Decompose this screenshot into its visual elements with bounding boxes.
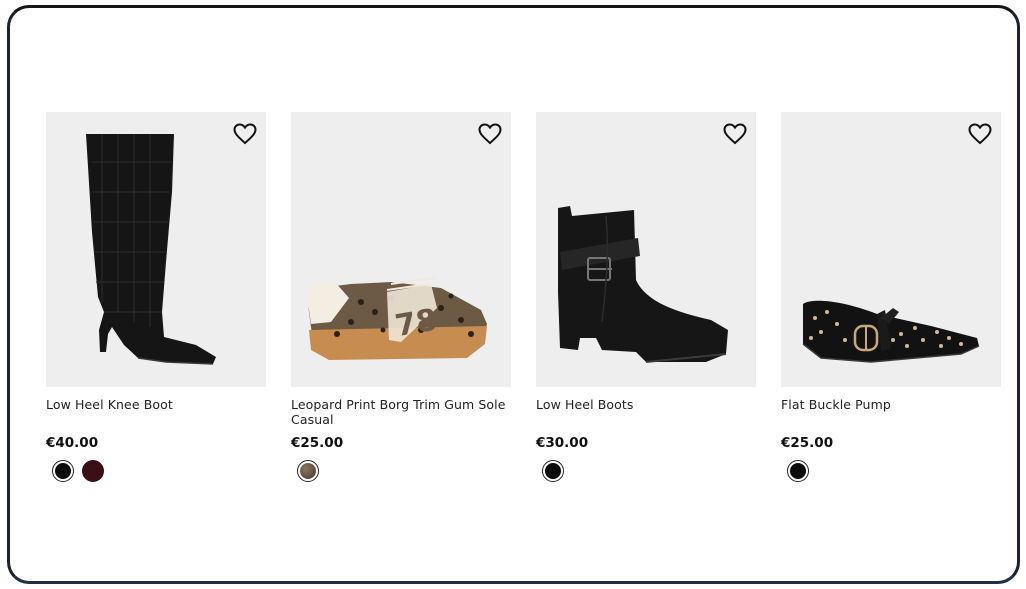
leopard-trainer-image: 78	[307, 277, 487, 360]
product-image[interactable]	[46, 112, 266, 387]
product-name[interactable]: Low Heel Boots	[536, 397, 756, 427]
heart-icon[interactable]	[968, 123, 992, 145]
product-name[interactable]: Flat Buckle Pump	[781, 397, 1001, 427]
heart-icon[interactable]	[233, 123, 257, 145]
heart-icon[interactable]	[723, 123, 747, 145]
product-price: €40.00	[46, 435, 99, 451]
product-grid: Low Heel Knee Boot €40.00 78 Leopard Pri…	[46, 112, 1001, 492]
color-swatches	[781, 460, 1001, 482]
product-image[interactable]: 78	[291, 112, 511, 387]
swatch-black[interactable]	[52, 460, 74, 482]
product-card[interactable]: 78 Leopard Print Borg Trim Gum Sole Casu…	[291, 112, 511, 482]
product-name[interactable]: Leopard Print Borg Trim Gum Sole Casual	[291, 397, 511, 427]
product-card[interactable]: Low Heel Boots €30.00	[536, 112, 756, 482]
product-price: €25.00	[291, 435, 344, 451]
product-image[interactable]	[536, 112, 756, 387]
product-price: €25.00	[781, 435, 834, 451]
swatch-black[interactable]	[787, 460, 809, 482]
product-listing-frame: Low Heel Knee Boot €40.00 78 Leopard Pri…	[7, 5, 1020, 584]
product-name[interactable]: Low Heel Knee Boot	[46, 397, 266, 427]
ankle-boot-image	[558, 206, 728, 363]
swatch-burgundy[interactable]	[82, 460, 104, 482]
product-card[interactable]: Flat Buckle Pump €25.00	[781, 112, 1001, 482]
swatch-leopard[interactable]	[297, 460, 319, 482]
product-card[interactable]: Low Heel Knee Boot €40.00	[46, 112, 266, 482]
product-image[interactable]	[781, 112, 1001, 387]
product-price: €30.00	[536, 435, 589, 451]
heart-icon[interactable]	[478, 123, 502, 145]
color-swatches	[46, 460, 266, 482]
knee-boot-image	[86, 134, 216, 365]
flat-pump-image	[802, 300, 980, 363]
color-swatches	[291, 460, 511, 482]
color-swatches	[536, 460, 756, 482]
swatch-black[interactable]	[542, 460, 564, 482]
svg-text:78: 78	[393, 302, 440, 344]
